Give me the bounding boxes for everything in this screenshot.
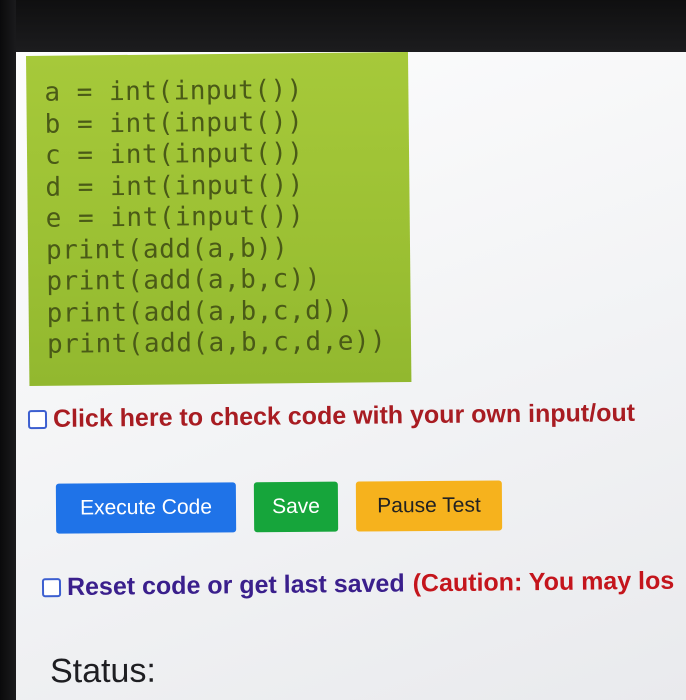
code-line: c = int(input()) [44,138,304,171]
monitor-bezel-top [0,0,686,52]
custom-io-label: Click here to check code with your own i… [52,398,636,433]
code-line: print(add(a,b)) [45,232,289,266]
reset-code-toggle[interactable]: Reset code or get last saved (Caution: Y… [41,566,675,603]
reset-code-label: Reset code or get last saved [66,569,405,602]
action-buttons: Execute Code Save Pause Test [55,480,520,534]
custom-io-checkbox[interactable] [27,409,48,430]
screen: a = int(input()) b = int(input()) c = in… [0,0,686,700]
code-line: print(add(a,b,c)) [46,263,322,297]
pause-test-button[interactable]: Pause Test [355,480,503,532]
test-page: a = int(input()) b = int(input()) c = in… [16,52,686,700]
custom-io-toggle[interactable]: Click here to check code with your own i… [27,398,636,434]
status-label: Status: [49,651,156,691]
code-line: print(add(a,b,c,d)) [46,295,354,329]
monitor-bezel-left [0,0,16,700]
code-line: b = int(input()) [44,106,304,140]
save-button[interactable]: Save [253,481,339,533]
execute-code-button[interactable]: Execute Code [55,482,237,534]
code-line: print(add(a,b,c,d,e)) [46,326,387,360]
reset-caution-text: (Caution: You may los [412,566,675,598]
code-line: a = int(input()) [44,75,303,108]
code-lines: a = int(input()) b = int(input()) c = in… [44,74,386,361]
code-editor[interactable]: a = int(input()) b = int(input()) c = in… [26,52,412,386]
code-line: e = int(input()) [45,201,305,234]
code-line: d = int(input()) [45,169,304,203]
reset-code-checkbox[interactable] [41,578,62,598]
